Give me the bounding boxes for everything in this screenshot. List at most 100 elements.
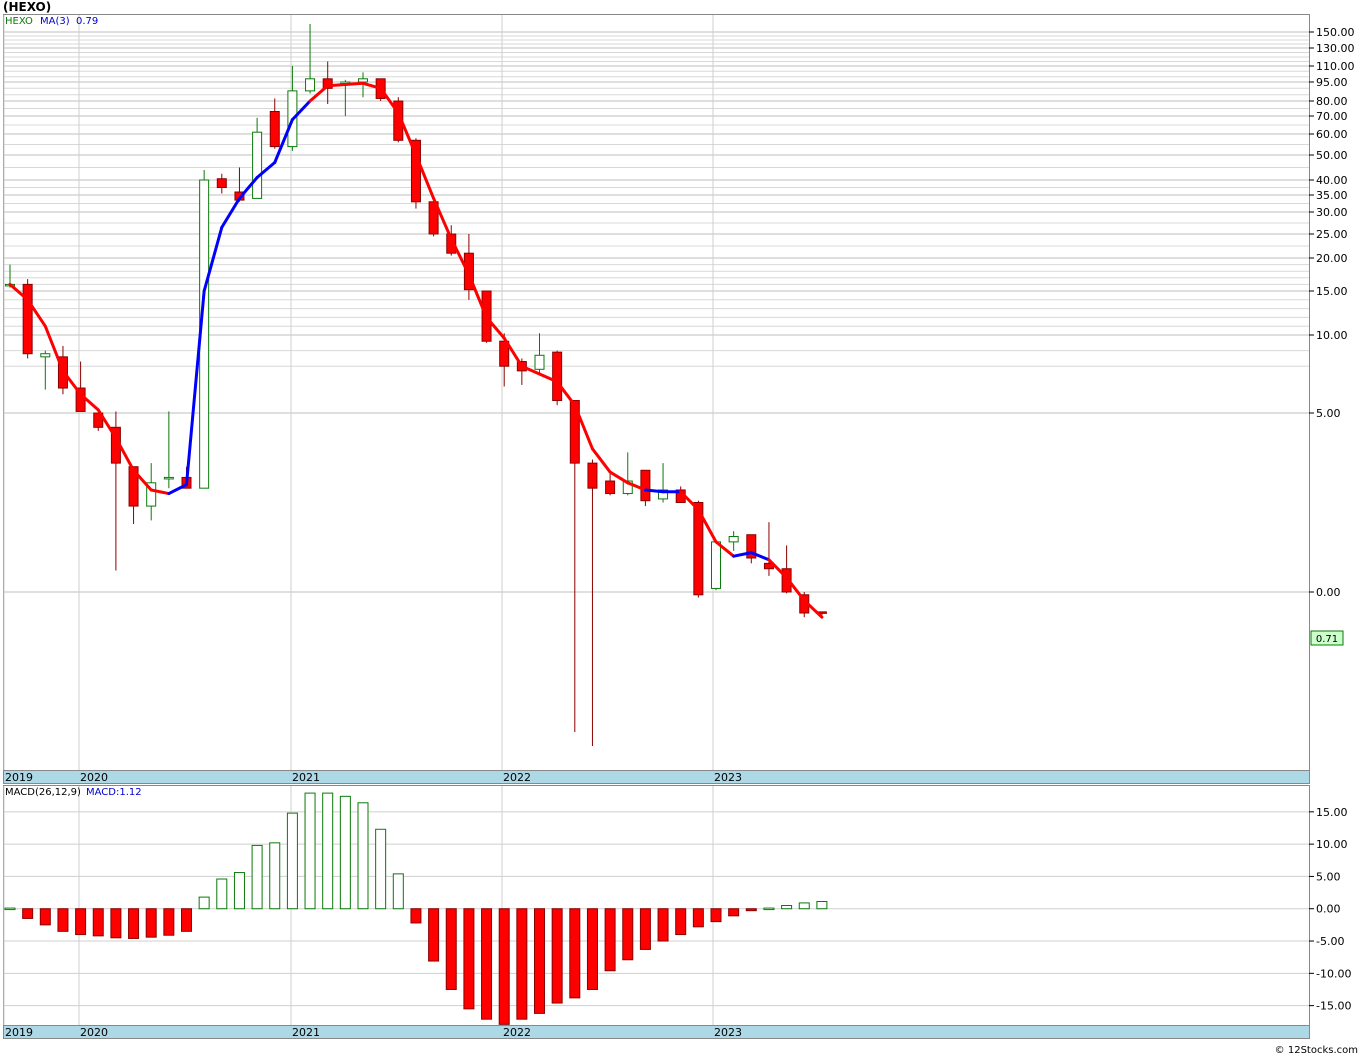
macd-bar [4, 907, 16, 911]
macd-bar [445, 908, 457, 990]
candle-body [305, 78, 316, 92]
macd-bar [781, 905, 793, 910]
macd-x-tick-label: 2021 [292, 1026, 320, 1039]
macd-y-tick-label: -10.00 [1316, 967, 1351, 980]
macd-y-tick-label: 0.00 [1316, 903, 1341, 916]
candle-body [728, 536, 739, 543]
candle-body [216, 178, 227, 188]
macd-bar [410, 908, 422, 924]
macd-y-tick-label: 15.00 [1316, 806, 1348, 819]
ma-segment [343, 81, 365, 87]
macd-y-tick-label: 10.00 [1316, 838, 1348, 851]
macd-x-tick-label: 2020 [80, 1026, 108, 1039]
price-y-tick-label: 70.00 [1316, 110, 1348, 123]
macd-bar [216, 878, 228, 910]
price-y-tick-label: 110.00 [1316, 60, 1355, 73]
price-y-tick-label: 5.00 [1316, 407, 1341, 420]
price-y-tick-label: 0.00 [1316, 586, 1341, 599]
macd-bar [639, 908, 651, 950]
price-y-tick-label: 35.00 [1316, 189, 1348, 202]
macd-bar [39, 908, 51, 926]
macd-y-tick-label: -5.00 [1316, 935, 1344, 948]
macd-x-tick-label: 2023 [714, 1026, 742, 1039]
macd-bar [657, 908, 669, 942]
macd-bar [710, 908, 722, 923]
macd-bar [375, 828, 387, 910]
legend-symbol: HEXO [5, 16, 33, 27]
macd-bar [392, 873, 404, 910]
macd-y-tick-label: -15.00 [1316, 1000, 1351, 1013]
macd-bar [57, 908, 69, 932]
price-y-tick-label: 150.00 [1316, 26, 1355, 39]
legend-macd-value: MACD:1.12 [86, 787, 142, 798]
macd-bar [498, 908, 510, 1025]
price-y-tick-label: 30.00 [1316, 206, 1348, 219]
macd-x-axis-band [3, 1025, 1310, 1039]
price-x-tick-label: 2023 [714, 771, 742, 784]
legend-ma-label: MA(3) [40, 16, 70, 27]
macd-bar [322, 792, 334, 910]
macd-bar [692, 908, 704, 928]
price-y-tick-label: 40.00 [1316, 174, 1348, 187]
macd-bar [304, 792, 316, 910]
price-x-tick-label: 2021 [292, 771, 320, 784]
macd-bar [181, 908, 192, 932]
macd-bar [286, 812, 298, 910]
macd-bar [569, 908, 581, 999]
price-y-tick-label: 80.00 [1316, 95, 1348, 108]
macd-bar [798, 902, 810, 910]
macd-bar [551, 908, 563, 1004]
candle-body [40, 353, 51, 358]
macd-bar [763, 907, 775, 911]
candle-body [534, 354, 545, 370]
last-price-label: 0.71 [1316, 634, 1338, 645]
candle-body [587, 462, 598, 489]
macd-bar [128, 908, 140, 939]
macd-bar [251, 844, 263, 910]
price-x-tick-label: 2020 [80, 771, 108, 784]
macd-bar [75, 908, 87, 936]
macd-bar [463, 908, 475, 1010]
macd-bar [110, 908, 122, 939]
macd-bar [481, 908, 493, 1020]
candle-body [252, 131, 263, 199]
macd-bar [198, 896, 210, 910]
ma-segment [326, 83, 347, 88]
macd-bar [163, 908, 175, 936]
footer-credit: © 12Stocks.com [1274, 1045, 1358, 1056]
candle-body [358, 78, 368, 83]
candle-body [22, 283, 33, 355]
macd-bar [586, 908, 598, 990]
price-y-tick-label: 25.00 [1316, 228, 1348, 241]
macd-bar [604, 908, 616, 972]
macd-bar [22, 908, 34, 919]
macd-y-tick-label: 5.00 [1316, 870, 1341, 883]
macd-bar [233, 872, 245, 910]
candle-body [163, 476, 174, 480]
price-y-tick-label: 15.00 [1316, 285, 1348, 298]
macd-bar [269, 842, 281, 910]
macd-bar [339, 795, 351, 910]
candle-body [605, 480, 616, 495]
candle-body [640, 469, 651, 502]
macd-bar [357, 802, 369, 910]
macd-bar [428, 908, 440, 962]
price-y-tick-label: 95.00 [1316, 76, 1348, 89]
macd-y-axis: 15.00 10.00 5.00 0.00 -5.00 -10.00 -15.00 [1309, 806, 1351, 1013]
macd-bar [675, 908, 687, 936]
macd-x-tick-label: 2019 [5, 1026, 33, 1039]
macd-bar [92, 908, 104, 937]
macd-bar [534, 908, 545, 1014]
macd-bar [622, 908, 634, 961]
ma-segment [643, 488, 665, 494]
price-y-tick-label: 60.00 [1316, 128, 1348, 141]
macd-bar [745, 908, 757, 912]
macd-x-tick-label: 2022 [503, 1026, 531, 1039]
legend-macd-label: MACD(26,12,9) [5, 787, 81, 798]
macd-bar [816, 900, 828, 910]
price-x-tick-label: 2019 [5, 771, 33, 784]
price-y-tick-label: 50.00 [1316, 149, 1348, 162]
macd-bar [145, 908, 157, 938]
price-y-tick-label: 130.00 [1316, 42, 1355, 55]
macd-bar [728, 908, 740, 917]
